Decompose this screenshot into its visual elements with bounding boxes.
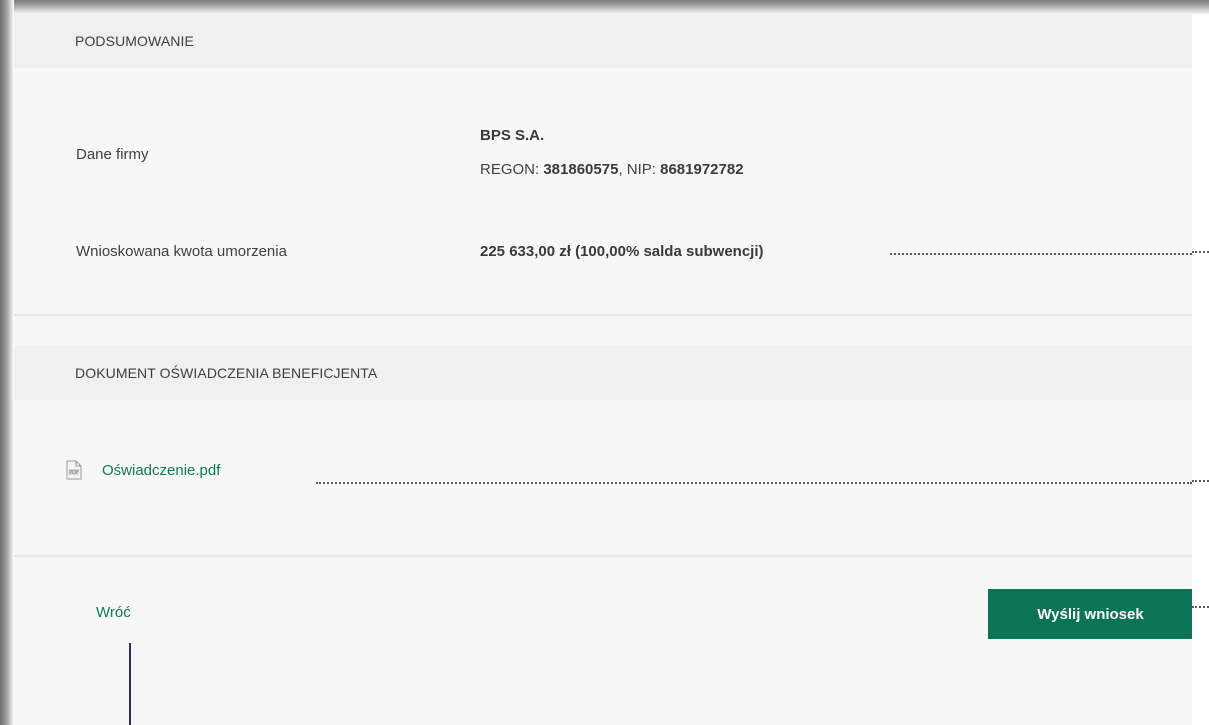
application-summary-panel: PODSUMOWANIE Dane firmy BPS S.A. REGON: … (14, 14, 1193, 725)
pdf-file-icon: PDF (66, 460, 82, 480)
company-name: BPS S.A. (480, 127, 544, 144)
svg-text:PDF: PDF (69, 470, 79, 476)
annotation-dotted-line (1192, 606, 1209, 608)
document-file-row: PDF Oświadczenie.pdf (66, 460, 220, 480)
document-section-header: DOKUMENT OŚWIADCZENIA BENEFICJENTA (14, 346, 1192, 400)
document-file-link[interactable]: Oświadczenie.pdf (102, 462, 220, 479)
section-divider (14, 314, 1192, 316)
amount-label: Wnioskowana kwota umorzenia (76, 243, 287, 260)
window-shadow-top (0, 0, 1209, 14)
regon-value: 381860575 (543, 161, 619, 178)
submit-application-button[interactable]: Wyślij wniosek (988, 589, 1193, 639)
section-divider (14, 555, 1192, 557)
window-shadow-left (0, 0, 14, 725)
company-data-label: Dane firmy (76, 146, 149, 163)
annotation-dotted-line (1192, 480, 1209, 482)
nip-value: 8681972782 (660, 161, 744, 178)
company-identifiers: REGON: 381860575, NIP: 8681972782 (480, 161, 744, 178)
screenshot-frame: PODSUMOWANIE Dane firmy BPS S.A. REGON: … (0, 0, 1209, 725)
amount-value: 225 633,00 zł (100,00% salda subwencji) (480, 243, 764, 260)
summary-header-title: PODSUMOWANIE (75, 33, 194, 49)
annotation-dotted-line (1192, 251, 1209, 253)
annotation-dotted-line (316, 482, 1192, 484)
nip-label: , NIP: (618, 161, 661, 178)
document-header-title: DOKUMENT OŚWIADCZENIA BENEFICJENTA (75, 365, 378, 381)
annotation-pointer-line (129, 643, 131, 725)
regon-label: REGON: (480, 161, 544, 178)
summary-section-body: Dane firmy BPS S.A. REGON: 381860575, NI… (14, 68, 1192, 314)
summary-section-header: PODSUMOWANIE (14, 14, 1192, 68)
back-link[interactable]: Wróć (96, 604, 131, 621)
right-edge (1192, 14, 1209, 725)
company-name-text: BPS S.A. (480, 127, 545, 144)
annotation-dotted-line (890, 253, 1192, 255)
